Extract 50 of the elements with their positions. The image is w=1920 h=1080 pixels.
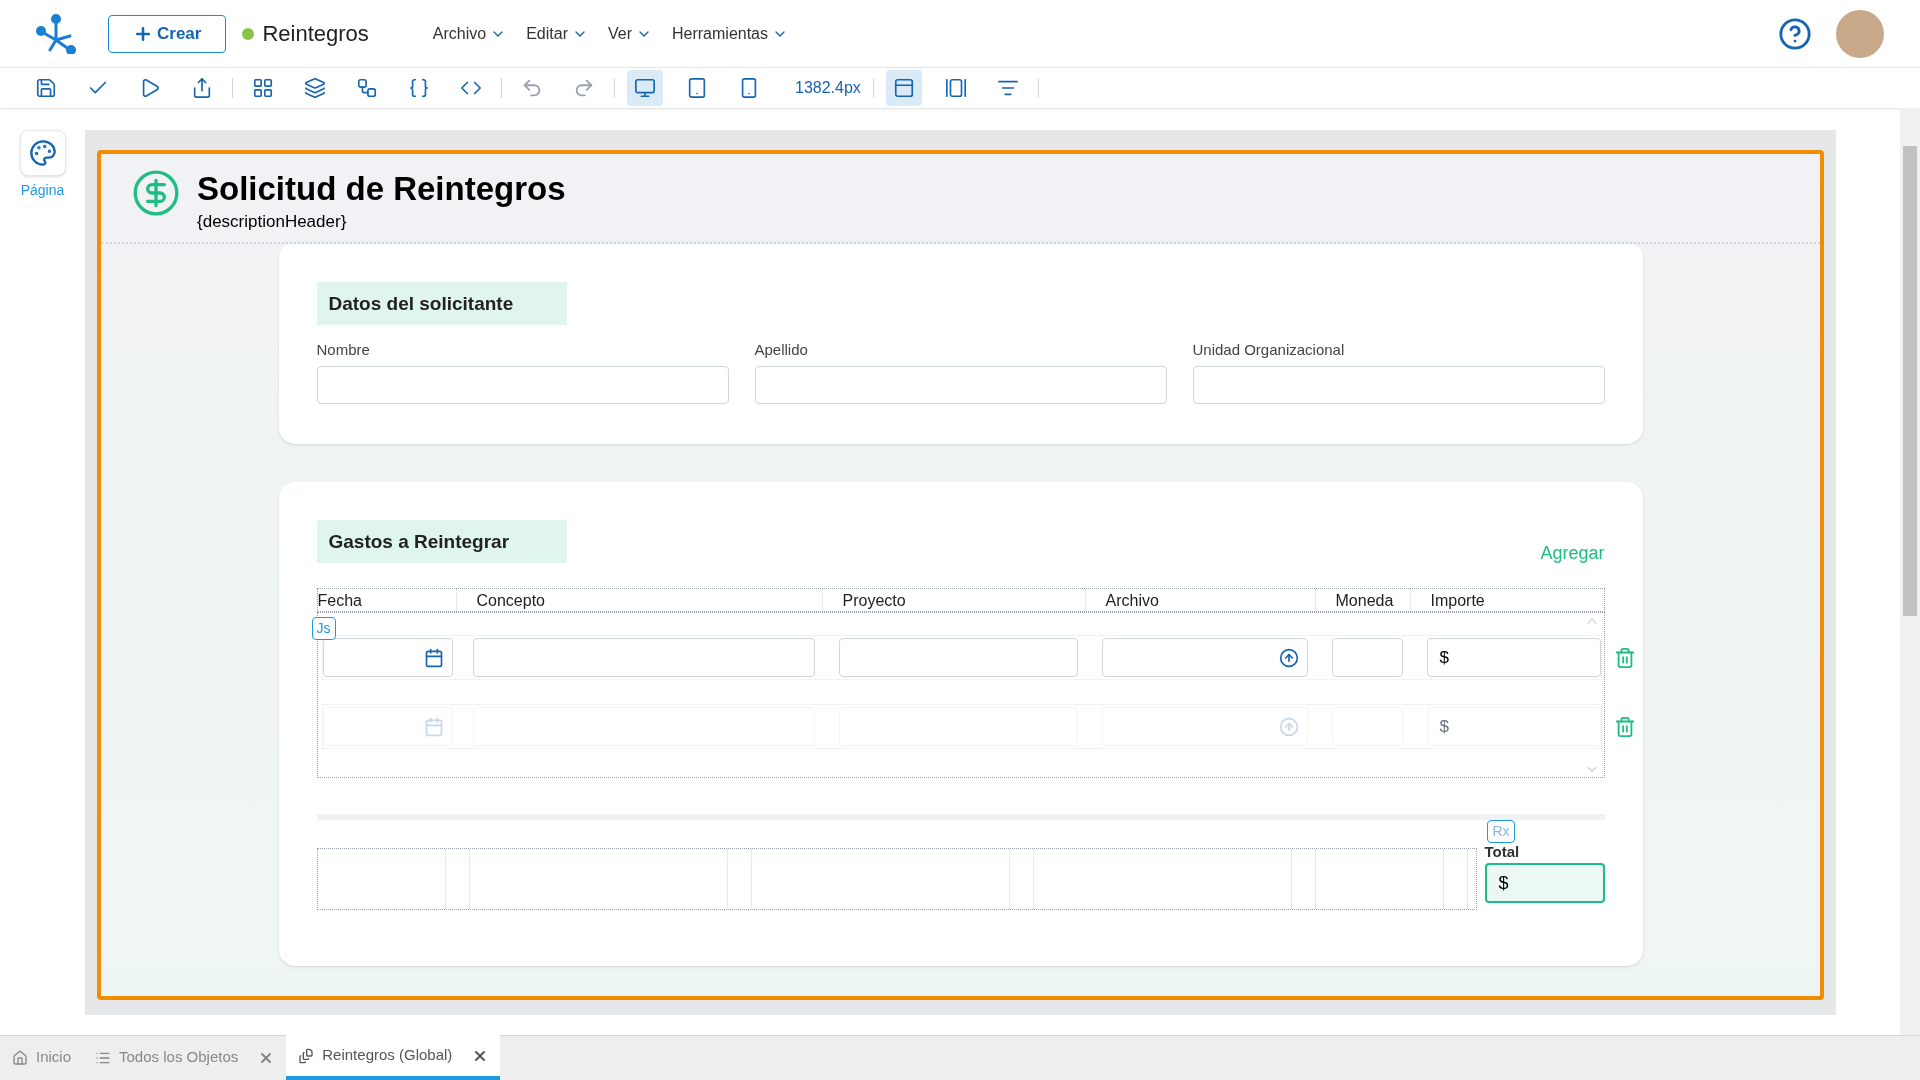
amount-field[interactable]: $ [1426, 638, 1601, 677]
document-title: Reintegros [262, 20, 369, 48]
panel-layout-button[interactable] [885, 70, 922, 106]
width-reading: 1382.4px [795, 78, 861, 98]
total-field[interactable]: $ [1484, 863, 1605, 903]
total-label: Total [1484, 844, 1521, 859]
document-tab[interactable]: Inicio [0, 1035, 84, 1080]
help-icon[interactable] [1778, 16, 1812, 51]
date-field[interactable] [322, 638, 453, 677]
script-badge[interactable]: Js [311, 617, 336, 640]
panel-layout-icon[interactable] [892, 77, 915, 99]
home-icon[interactable] [12, 1049, 28, 1066]
form-icon[interactable] [298, 1047, 315, 1064]
menu-item[interactable]: Herramientas [672, 21, 788, 46]
column-header: Moneda [1314, 589, 1410, 611]
desktop-view-icon[interactable] [634, 77, 656, 99]
input-field[interactable] [1331, 638, 1403, 677]
menu-item[interactable]: Archivo [432, 21, 507, 46]
logo-icon[interactable] [36, 13, 76, 54]
create-button[interactable]: Crear [108, 14, 227, 53]
column-header: Concepto [455, 589, 822, 611]
column-header: Importe [1409, 589, 1604, 611]
input-field[interactable] [1192, 365, 1605, 404]
document-tab[interactable]: Reintegros (Global) [286, 1035, 501, 1080]
tabs-layout-icon[interactable] [944, 77, 967, 99]
input-field[interactable] [838, 638, 1078, 677]
tablet-view-icon[interactable] [686, 77, 708, 99]
input-field[interactable] [472, 638, 815, 677]
calendar-icon[interactable] [423, 647, 444, 668]
input-field[interactable] [316, 365, 729, 404]
section-title: Datos del solicitante [316, 282, 567, 325]
menu-item[interactable]: Ver [607, 21, 652, 46]
form-description: {descriptionHeader} [197, 211, 348, 234]
section-title: Gastos a Reintegrar [316, 520, 567, 563]
document-tab[interactable]: Todos los Objetos [83, 1035, 287, 1080]
column-header: Proyecto [821, 589, 1085, 611]
form-title: Solicitud de Reintegros [197, 169, 566, 209]
file-field[interactable] [1101, 638, 1308, 677]
dollar-icon [131, 168, 181, 218]
upload-icon[interactable] [1278, 647, 1299, 668]
input-field[interactable] [754, 365, 1167, 404]
field-label: Unidad Organizacional [1192, 340, 1346, 360]
column-header: Fecha [317, 591, 363, 611]
scrollbar[interactable] [1900, 108, 1920, 1035]
menu-item[interactable]: Editar [526, 21, 588, 46]
field-label: Apellido [754, 340, 809, 360]
palette-icon[interactable] [28, 139, 57, 167]
desktop-view-button[interactable] [627, 70, 663, 106]
field-label: Nombre [316, 340, 371, 360]
column-header: Archivo [1084, 589, 1315, 611]
